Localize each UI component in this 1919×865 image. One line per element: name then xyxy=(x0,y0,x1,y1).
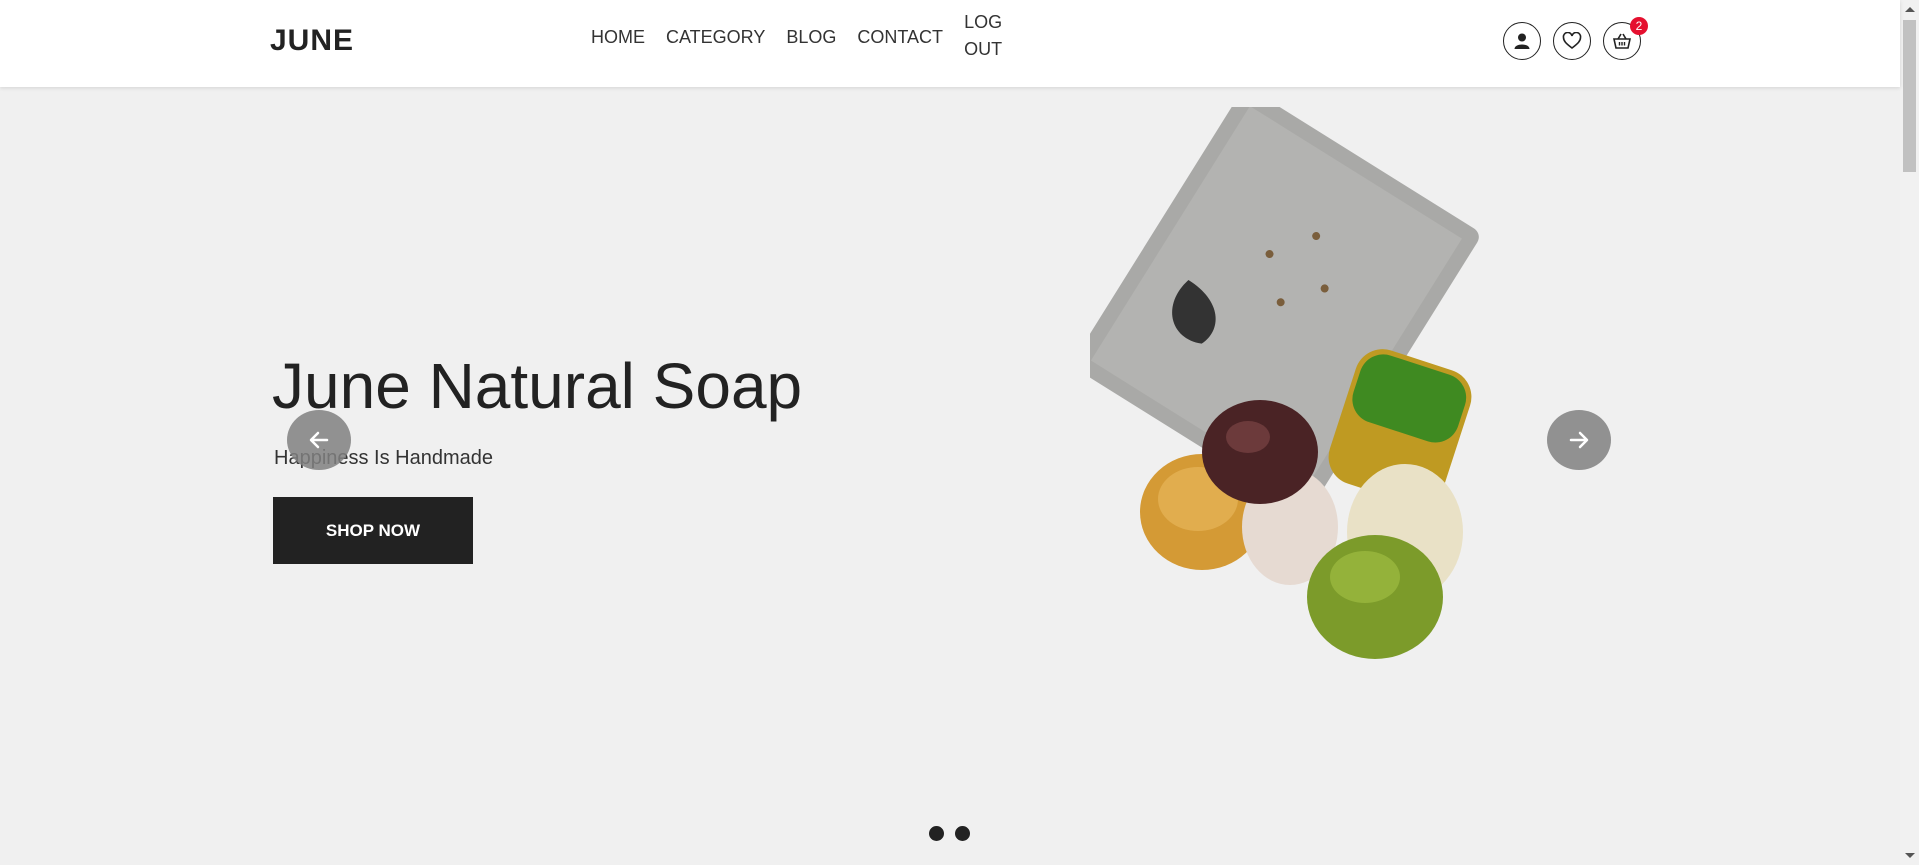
nav-logout[interactable]: LOG OUT xyxy=(964,9,1010,63)
wishlist-button[interactable] xyxy=(1553,22,1591,60)
scroll-up-arrow-icon[interactable] xyxy=(1905,7,1915,12)
slide-dot-1[interactable] xyxy=(929,826,944,841)
slide-indicators xyxy=(929,826,970,841)
product-image xyxy=(1090,107,1479,659)
arrow-right-icon xyxy=(1569,431,1589,449)
cart-button[interactable]: 2 xyxy=(1603,17,1648,60)
nav-category[interactable]: CATEGORY xyxy=(666,24,765,63)
page-scrollbar[interactable] xyxy=(1900,0,1919,865)
arrow-left-icon xyxy=(309,431,329,449)
nav-contact[interactable]: CONTACT xyxy=(857,24,943,63)
site-logo[interactable]: JUNE xyxy=(270,24,354,58)
scrollbar-thumb[interactable] xyxy=(1903,20,1916,172)
nav-home[interactable]: HOME xyxy=(591,24,645,63)
heart-icon xyxy=(1562,32,1582,50)
header-icons: 2 xyxy=(1503,17,1648,60)
scroll-down-arrow-icon[interactable] xyxy=(1905,853,1915,858)
hero-slider: June Natural Soap Happiness Is Handmade … xyxy=(0,87,1900,865)
main-nav: HOME CATEGORY BLOG CONTACT LOG OUT xyxy=(591,12,1010,63)
basket-icon xyxy=(1613,33,1631,49)
account-button[interactable] xyxy=(1503,22,1541,60)
user-icon xyxy=(1514,33,1530,49)
shop-now-button[interactable]: SHOP NOW xyxy=(273,497,473,564)
nav-blog[interactable]: BLOG xyxy=(786,24,836,63)
site-header: JUNE HOME CATEGORY BLOG CONTACT LOG OUT … xyxy=(0,0,1900,87)
slide-dot-2[interactable] xyxy=(955,826,970,841)
next-slide-button[interactable] xyxy=(1547,410,1611,470)
cart-count-badge: 2 xyxy=(1630,17,1648,35)
hero-title: June Natural Soap xyxy=(272,350,803,422)
previous-slide-button[interactable] xyxy=(287,410,351,470)
